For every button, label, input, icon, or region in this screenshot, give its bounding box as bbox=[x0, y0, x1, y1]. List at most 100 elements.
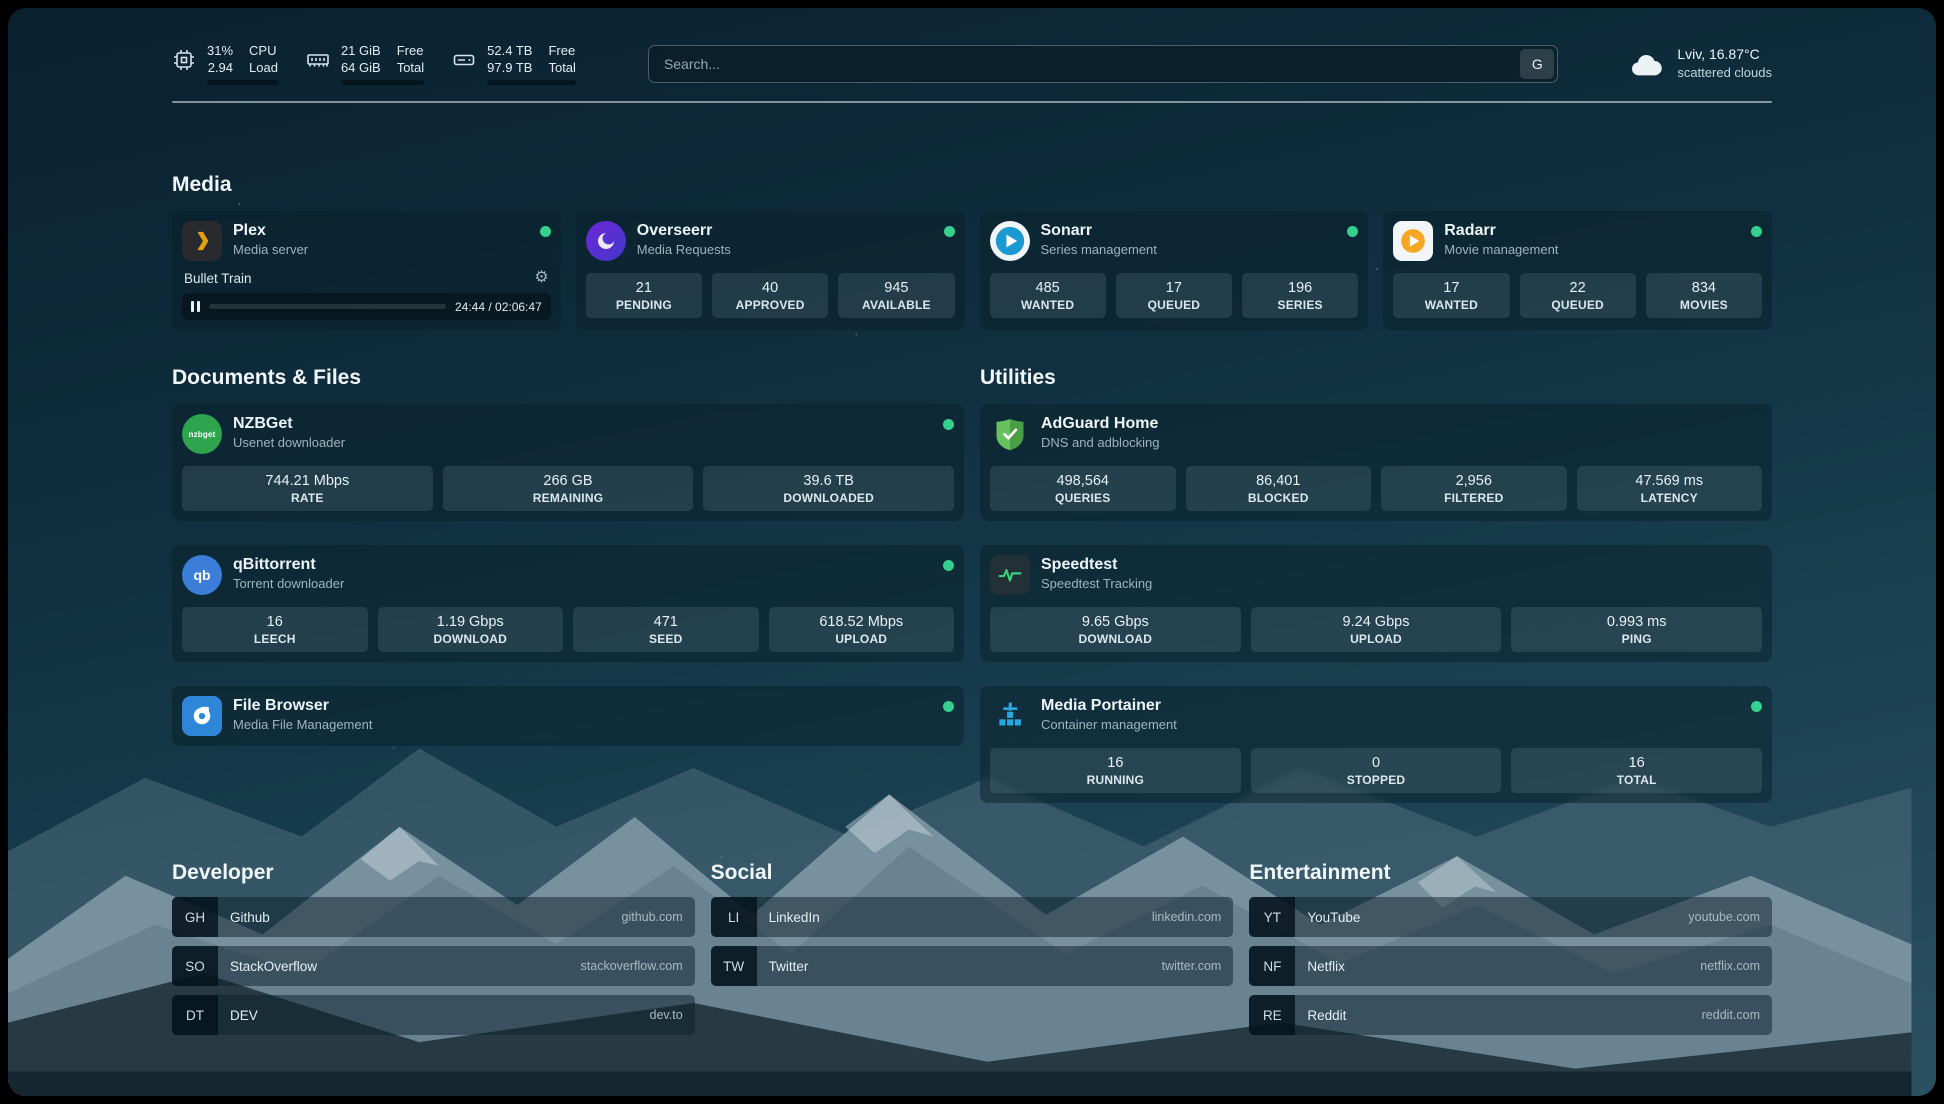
weather-widget: Lviv, 16.87°C scattered clouds bbox=[1630, 45, 1772, 81]
pause-button[interactable] bbox=[191, 301, 200, 312]
bookmark-name: Reddit bbox=[1307, 1008, 1346, 1023]
service-card-speedtest[interactable]: Speedtest Speedtest Tracking 9.65 Gbps D… bbox=[980, 545, 1772, 662]
filebrowser-icon bbox=[182, 696, 222, 736]
disk-icon bbox=[452, 48, 476, 72]
service-desc: Media Requests bbox=[637, 242, 731, 257]
service-card-radarr[interactable]: Radarr Movie management 17 WANTED 22 QUE… bbox=[1383, 211, 1772, 330]
bookmark-url: linkedin.com bbox=[1152, 910, 1221, 924]
bookmark-netflix[interactable]: NF Netflix netflix.com bbox=[1249, 946, 1772, 986]
service-card-plex[interactable]: Plex Media server Bullet Train ⚙ 24:44 /… bbox=[172, 211, 561, 330]
section-title-documents: Documents & Files bbox=[172, 366, 964, 390]
bookmark-abbr: LI bbox=[711, 897, 757, 937]
service-card-overseerr[interactable]: Overseerr Media Requests 21 PENDING 40 A… bbox=[576, 211, 965, 330]
bookmarks-developer: Developer GH Github github.com SO StackO… bbox=[172, 861, 695, 1035]
bookmark-url: youtube.com bbox=[1688, 910, 1760, 924]
bookmark-abbr: DT bbox=[172, 995, 218, 1035]
bookmark-stackoverflow[interactable]: SO StackOverflow stackoverflow.com bbox=[172, 946, 695, 986]
stat-leech: 16 LEECH bbox=[182, 607, 368, 652]
bookmark-dev[interactable]: DT DEV dev.to bbox=[172, 995, 695, 1035]
bookmark-abbr: RE bbox=[1249, 995, 1295, 1035]
search-bar[interactable]: G bbox=[648, 45, 1558, 83]
radarr-icon bbox=[1393, 221, 1433, 261]
portainer-icon bbox=[990, 696, 1030, 736]
disk-total-value: 97.9 TB bbox=[487, 59, 532, 76]
cpu-load-value: 2.94 bbox=[207, 59, 233, 76]
disk-progress-bar bbox=[487, 80, 576, 85]
cpu-usage-value: 31% bbox=[207, 42, 233, 59]
service-desc: Media File Management bbox=[233, 717, 372, 732]
section-title-utilities: Utilities bbox=[980, 366, 1772, 390]
service-card-qbittorrent[interactable]: qb qBittorrent Torrent downloader 16 bbox=[172, 545, 964, 662]
top-bar: 31% CPU 2.94 Load 21 GiB Free 64 GiB Tot… bbox=[172, 8, 1772, 85]
stat-stopped: 0 STOPPED bbox=[1251, 748, 1502, 793]
bookmark-url: github.com bbox=[622, 910, 683, 924]
memory-icon bbox=[306, 48, 330, 72]
media-group: Plex Media server Bullet Train ⚙ 24:44 /… bbox=[172, 211, 1772, 330]
stat-wanted: 17 WANTED bbox=[1393, 273, 1509, 318]
cpu-icon bbox=[172, 48, 196, 72]
bookmarks-entertainment: Entertainment YT YouTube youtube.com NF … bbox=[1249, 861, 1772, 1035]
service-desc: Media server bbox=[233, 242, 308, 257]
stat-pending: 21 PENDING bbox=[586, 273, 702, 318]
gear-icon[interactable]: ⚙ bbox=[534, 270, 548, 286]
service-card-filebrowser[interactable]: File Browser Media File Management bbox=[172, 686, 964, 746]
cloud-icon bbox=[1630, 51, 1664, 77]
bookmark-abbr: YT bbox=[1249, 897, 1295, 937]
status-dot bbox=[943, 701, 954, 712]
stat-queued: 22 QUEUED bbox=[1520, 273, 1636, 318]
stat-series: 196 SERIES bbox=[1242, 273, 1358, 318]
bookmark-twitter[interactable]: TW Twitter twitter.com bbox=[711, 946, 1234, 986]
playback-time: 24:44 / 02:06:47 bbox=[455, 300, 542, 314]
playback-progress[interactable] bbox=[209, 304, 446, 309]
bookmark-reddit[interactable]: RE Reddit reddit.com bbox=[1249, 995, 1772, 1035]
stat-latency: 47.569 ms LATENCY bbox=[1577, 466, 1763, 511]
dashboard-window: 31% CPU 2.94 Load 21 GiB Free 64 GiB Tot… bbox=[8, 8, 1936, 1096]
bookmark-name: Github bbox=[230, 910, 270, 925]
bookmarks-social: Social LI LinkedIn linkedin.com TW Twitt… bbox=[711, 861, 1234, 1035]
bookmark-url: stackoverflow.com bbox=[581, 959, 683, 973]
status-dot bbox=[943, 419, 954, 430]
memory-total-value: 64 GiB bbox=[341, 59, 381, 76]
bookmark-github[interactable]: GH Github github.com bbox=[172, 897, 695, 937]
disk-free-label: Free bbox=[548, 42, 575, 59]
stat-upload: 618.52 Mbps UPLOAD bbox=[769, 607, 955, 652]
speedtest-icon bbox=[990, 555, 1030, 595]
weather-location: Lviv, 16.87°C bbox=[1677, 45, 1772, 64]
stat-rate: 744.21 Mbps RATE bbox=[182, 466, 433, 511]
qbittorrent-icon: qb bbox=[182, 555, 222, 595]
section-title-social: Social bbox=[711, 861, 1234, 885]
bookmark-linkedin[interactable]: LI LinkedIn linkedin.com bbox=[711, 897, 1234, 937]
overseerr-icon bbox=[586, 221, 626, 261]
service-name: NZBGet bbox=[233, 414, 345, 434]
search-provider-button[interactable]: G bbox=[1520, 49, 1554, 79]
disk-widget: 52.4 TB Free 97.9 TB Total bbox=[452, 42, 576, 85]
status-dot bbox=[943, 560, 954, 571]
bookmark-youtube[interactable]: YT YouTube youtube.com bbox=[1249, 897, 1772, 937]
utilities-group: Utilities bbox=[980, 366, 1772, 803]
memory-progress-bar bbox=[341, 80, 424, 85]
plex-player-bar: 24:44 / 02:06:47 bbox=[182, 293, 551, 320]
status-dot bbox=[540, 226, 551, 237]
search-input[interactable] bbox=[652, 56, 1520, 72]
bookmark-url: netflix.com bbox=[1700, 959, 1760, 973]
stat-available: 945 AVAILABLE bbox=[838, 273, 954, 318]
disk-total-label: Total bbox=[548, 59, 575, 76]
bookmark-name: DEV bbox=[230, 1008, 258, 1023]
weather-condition: scattered clouds bbox=[1677, 64, 1772, 82]
service-card-adguard[interactable]: AdGuard Home DNS and adblocking 498,564 … bbox=[980, 404, 1772, 521]
service-card-nzbget[interactable]: nzbget NZBGet Usenet downloader 744.21 M… bbox=[172, 404, 964, 521]
service-card-portainer[interactable]: Media Portainer Container management 16 … bbox=[980, 686, 1772, 803]
section-title-developer: Developer bbox=[172, 861, 695, 885]
memory-total-label: Total bbox=[397, 59, 424, 76]
service-card-sonarr[interactable]: Sonarr Series management 485 WANTED 17 Q… bbox=[980, 211, 1369, 330]
disk-free-value: 52.4 TB bbox=[487, 42, 532, 59]
bookmark-url: dev.to bbox=[650, 1008, 683, 1022]
memory-widget: 21 GiB Free 64 GiB Total bbox=[306, 42, 424, 85]
stat-wanted: 485 WANTED bbox=[990, 273, 1106, 318]
plex-icon bbox=[182, 221, 222, 261]
service-name: Speedtest bbox=[1041, 555, 1152, 575]
cpu-widget: 31% CPU 2.94 Load bbox=[172, 42, 278, 85]
bookmark-url: twitter.com bbox=[1162, 959, 1222, 973]
memory-free-label: Free bbox=[397, 42, 424, 59]
cpu-load-label: Load bbox=[249, 59, 278, 76]
